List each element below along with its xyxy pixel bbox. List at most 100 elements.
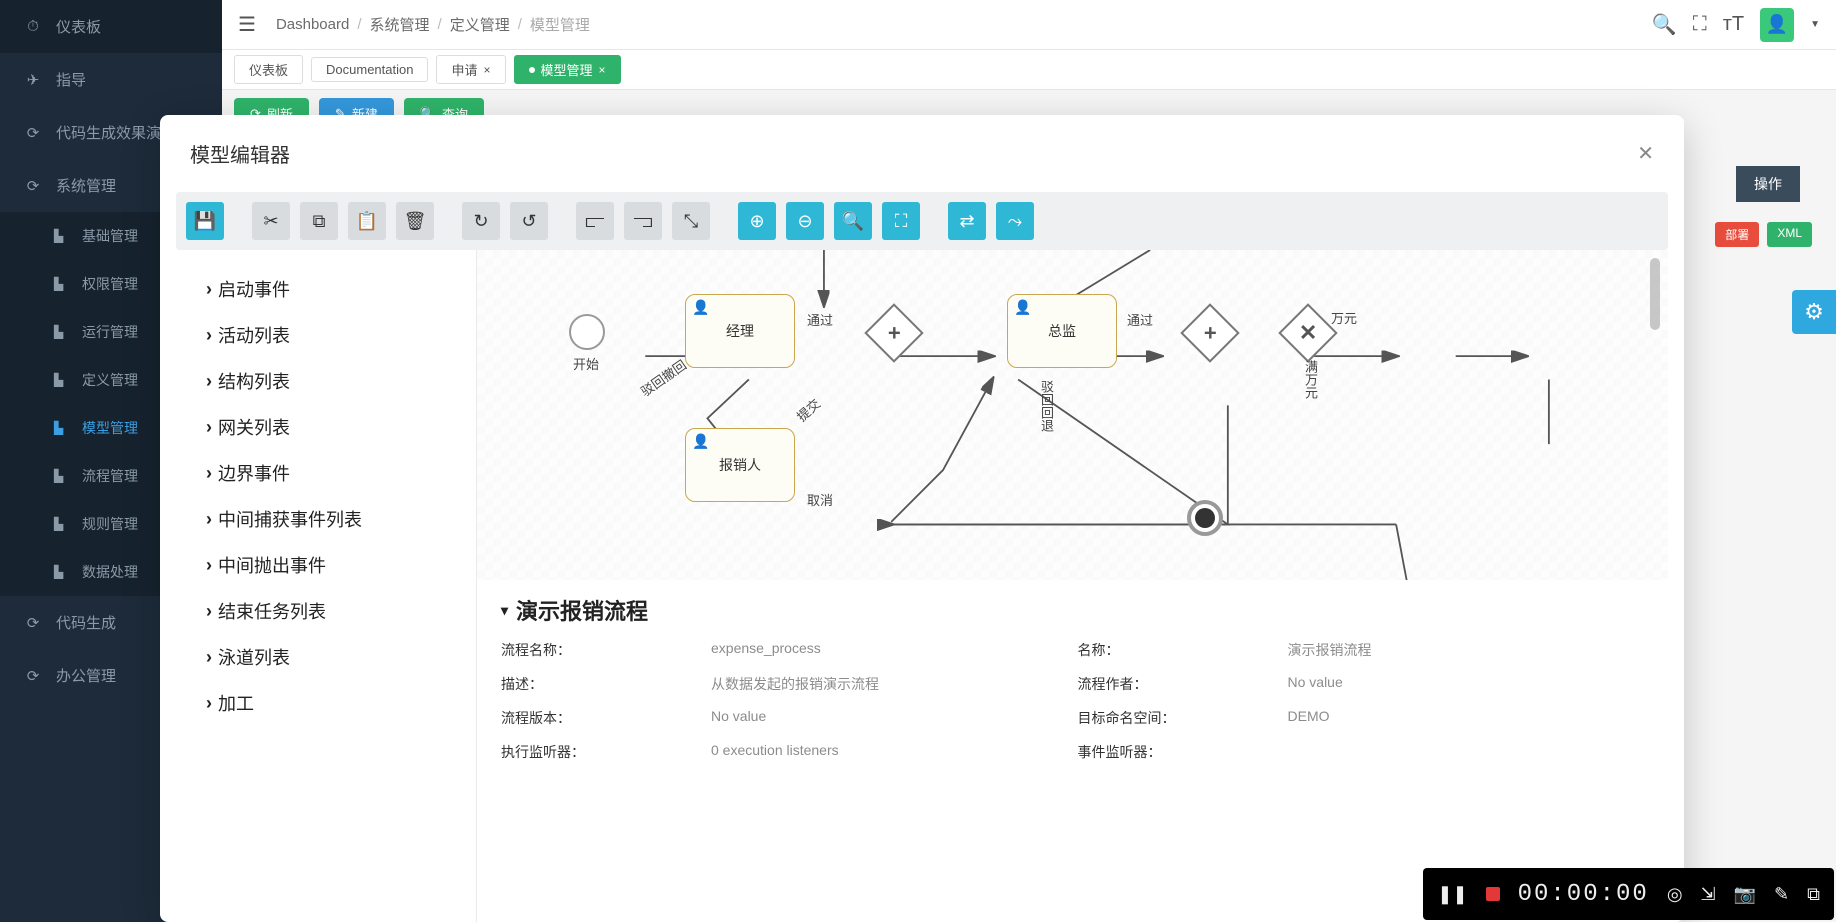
tab-documentation[interactable]: Documentation — [311, 57, 428, 82]
prop-value[interactable]: No value — [1288, 674, 1645, 694]
resize-button[interactable]: ⤡ — [672, 202, 710, 240]
prop-value[interactable]: No value — [711, 708, 1068, 728]
palette-item[interactable]: 结束任务列表 — [206, 588, 446, 634]
topbar: ☰ Dashboard/ 系统管理/ 定义管理/ 模型管理 🔍 ⛶ тT 👤 ▼ — [222, 0, 1836, 50]
palette-item[interactable]: 启动事件 — [206, 266, 446, 312]
prop-label: 流程名称： — [501, 640, 701, 660]
zoomout-button[interactable]: ⊖ — [786, 202, 824, 240]
prop-label: 流程作者： — [1078, 674, 1278, 694]
chevron-down-icon[interactable]: ▼ — [1810, 19, 1820, 30]
edge-label: 提交 — [792, 394, 824, 426]
avatar[interactable]: 👤 — [1760, 8, 1794, 42]
end-event[interactable] — [1187, 500, 1223, 536]
sidebar-item-label: 模型管理 — [82, 418, 138, 438]
paste-icon: 📋 — [356, 211, 378, 232]
task-director[interactable]: 总监 — [1007, 294, 1117, 368]
gateway[interactable]: + — [864, 303, 923, 362]
palette-item[interactable]: 中间抛出事件 — [206, 542, 446, 588]
tab-apply[interactable]: 申请× — [436, 55, 505, 84]
prop-label: 目标命名空间： — [1078, 708, 1278, 728]
prop-value[interactable]: 演示报销流程 — [1288, 640, 1645, 660]
cut-button[interactable]: ✂ — [252, 202, 290, 240]
redo-button[interactable]: ↻ — [462, 202, 500, 240]
record-button[interactable] — [1486, 887, 1500, 901]
palette-item[interactable]: 泳道列表 — [206, 634, 446, 680]
task-manager[interactable]: 经理 — [685, 294, 795, 368]
breadcrumb-item[interactable]: 定义管理 — [450, 14, 510, 35]
task-submitter[interactable]: 报销人 — [685, 428, 795, 502]
connector-b-button[interactable]: ⤳ — [996, 202, 1034, 240]
close-icon[interactable]: ✕ — [1637, 141, 1654, 166]
scrollbar[interactable] — [1650, 258, 1660, 330]
collapse-icon[interactable]: ⇲ — [1701, 884, 1716, 905]
sidebar-item-label: 数据处理 — [82, 562, 138, 582]
search-icon[interactable]: 🔍 — [1652, 12, 1677, 37]
close-icon[interactable]: × — [483, 63, 490, 77]
palette-item[interactable]: 中间捕获事件列表 — [206, 496, 446, 542]
zoomin-button[interactable]: ⊕ — [738, 202, 776, 240]
sitemap-icon: ▙ — [54, 277, 72, 291]
palette-item[interactable]: 网关列表 — [206, 404, 446, 450]
camera-icon[interactable]: 📷 — [1734, 884, 1756, 905]
prop-value[interactable] — [1288, 742, 1645, 762]
star-icon: ⟳ — [22, 614, 44, 632]
palette-item[interactable]: 结构列表 — [206, 358, 446, 404]
connector-icon: ⇄ — [959, 211, 974, 232]
prop-label: 流程版本： — [501, 708, 701, 728]
fullscreen-icon[interactable]: ⛶ — [1693, 13, 1707, 36]
tab-model-mgmt[interactable]: 模型管理 × — [514, 55, 621, 84]
connector-icon: ⤳ — [1008, 211, 1022, 232]
tab-label: 模型管理 — [541, 60, 593, 79]
deploy-badge[interactable]: 部署 — [1715, 222, 1759, 247]
breadcrumb-item[interactable]: Dashboard — [276, 16, 349, 33]
hamburger-icon[interactable]: ☰ — [238, 12, 256, 37]
align-h-button[interactable]: ⫎ — [624, 202, 662, 240]
palette-item[interactable]: 活动列表 — [206, 312, 446, 358]
prop-value[interactable]: 0 execution listeners — [711, 742, 1068, 762]
sidebar-item-guide[interactable]: ✈指导 — [0, 53, 222, 106]
monitor-icon[interactable]: ⧉ — [1807, 884, 1820, 905]
target-icon[interactable]: ◎ — [1667, 884, 1683, 905]
delete-button[interactable]: 🗑 — [396, 202, 434, 240]
prop-value[interactable]: DEMO — [1288, 708, 1645, 728]
sidebar-item-label: 权限管理 — [82, 274, 138, 294]
prop-value[interactable]: 从数据发起的报销演示流程 — [711, 674, 1068, 694]
sidebar-item-label: 规则管理 — [82, 514, 138, 534]
tab-dashboard[interactable]: 仪表板 — [234, 55, 303, 84]
palette-item[interactable]: 加工 — [206, 680, 446, 726]
prop-value[interactable]: expense_process — [711, 640, 1068, 660]
sidebar-item-label: 运行管理 — [82, 322, 138, 342]
properties-title[interactable]: 演示报销流程 — [501, 594, 1644, 626]
gateway[interactable]: + — [1180, 303, 1239, 362]
sidebar-item-label: 基础管理 — [82, 226, 138, 246]
fontsize-icon[interactable]: тT — [1723, 13, 1744, 36]
node-label: 开始 — [573, 354, 599, 373]
save-button[interactable]: 💾 — [186, 202, 224, 240]
breadcrumb-item[interactable]: 系统管理 — [370, 14, 430, 35]
editor-toolbar: 💾 ✂ ⧉ 📋 🗑 ↻ ↺ ⫍ ⫎ ⤡ ⊕ ⊖ 🔍 ⛶ ⇄ ⤳ — [176, 192, 1668, 250]
tab-label: 仪表板 — [249, 60, 288, 79]
sidebar-item-label: 仪表板 — [56, 16, 101, 37]
bpmn-canvas[interactable]: 开始 经理 + 总监 + ✕ 报销人 通过 通过 驳回撤回 提交 取消 驳回回退… — [477, 250, 1668, 580]
settings-gear-button[interactable]: ⚙ — [1792, 290, 1836, 334]
sidebar-item-label: 系统管理 — [56, 175, 116, 196]
zoomreset-button[interactable]: 🔍 — [834, 202, 872, 240]
fitscreen-button[interactable]: ⛶ — [882, 202, 920, 240]
xml-badge[interactable]: XML — [1767, 222, 1812, 247]
sidebar-item-dashboard[interactable]: ⏱仪表板 — [0, 0, 222, 53]
pause-button[interactable]: ❚❚ — [1437, 884, 1467, 905]
paste-button[interactable]: 📋 — [348, 202, 386, 240]
sitemap-icon: ▙ — [54, 325, 72, 339]
zoomout-icon: ⊖ — [797, 211, 812, 232]
copy-button[interactable]: ⧉ — [300, 202, 338, 240]
start-event[interactable] — [569, 314, 605, 350]
undo-button[interactable]: ↺ — [510, 202, 548, 240]
sidebar-item-label: 指导 — [56, 69, 86, 90]
gateway-x[interactable]: ✕ — [1278, 303, 1337, 362]
close-icon[interactable]: × — [599, 63, 606, 77]
brush-icon[interactable]: ✎ — [1774, 884, 1789, 905]
connector-a-button[interactable]: ⇄ — [948, 202, 986, 240]
sitemap-icon: ▙ — [54, 373, 72, 387]
align-v-button[interactable]: ⫍ — [576, 202, 614, 240]
palette-item[interactable]: 边界事件 — [206, 450, 446, 496]
